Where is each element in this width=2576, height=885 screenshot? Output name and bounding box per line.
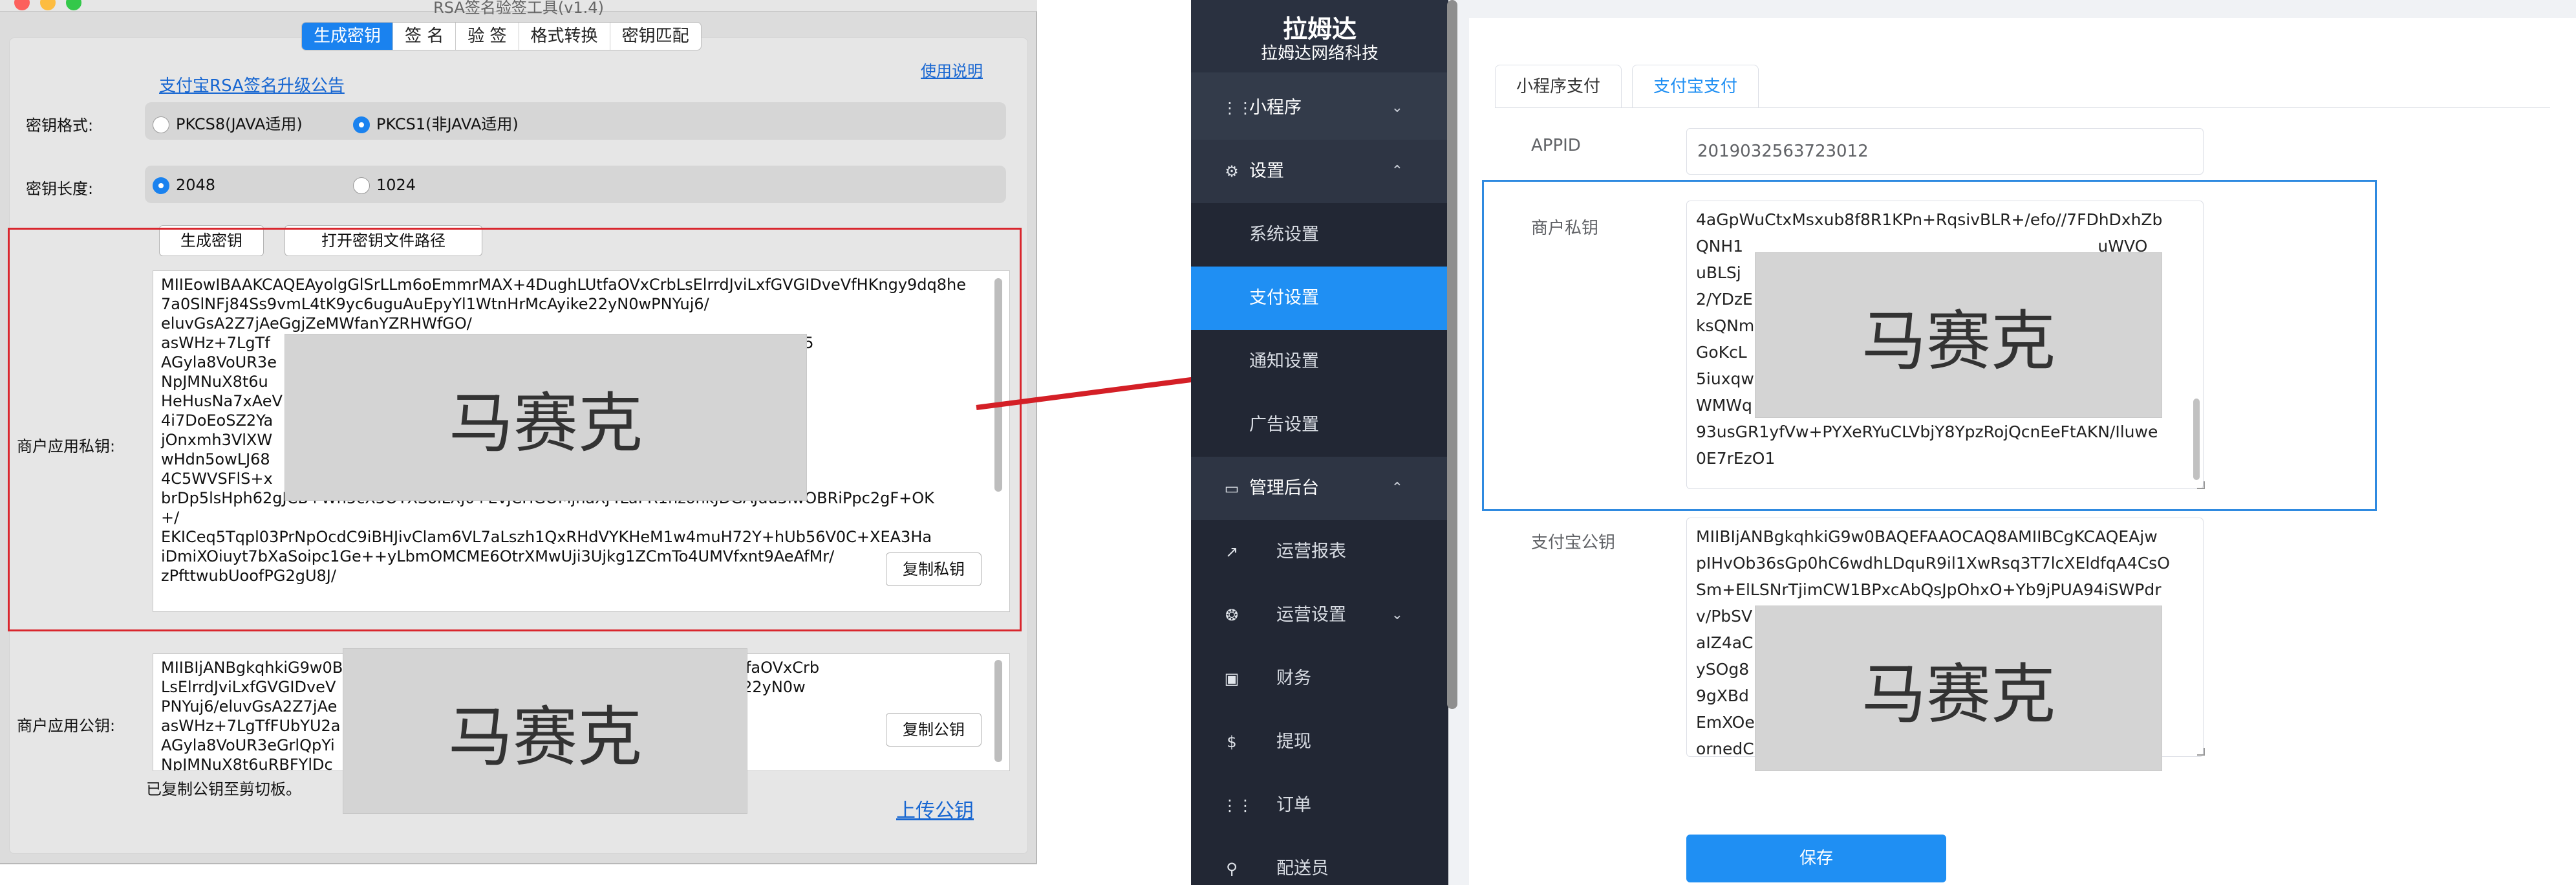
chart-icon: ↗ [1225,543,1239,561]
chevron-down-icon: ⌄ [1391,607,1403,623]
chevron-up-icon: ⌃ [1391,480,1403,496]
menu-item-ops-settings[interactable]: ❂ 运营设置 ⌄ [1191,584,1448,647]
tab-miniprogram-pay[interactable]: 小程序支付 [1495,65,1622,107]
brand-subtitle: 拉姆达网络科技 [1260,44,1379,63]
sidebar: 拉姆达 拉姆达网络科技 ⋮⋮ 小程序 ⌄ ⚙ 设置 ⌃ 系统设置 支付设置 通知… [1191,0,1448,885]
title-bar: RSA签名验签工具(v1.4) [0,0,1037,17]
private-key-scrollbar[interactable] [2193,399,2200,480]
key-format-group: PKCS8(JAVA适用) PKCS1(非JAVA适用) [145,102,1006,140]
radio-checked-icon [353,116,370,133]
radio-icon [153,116,169,133]
mosaic-overlay: 马赛克 [343,648,747,814]
menu-item-finance[interactable]: ▣ 财务 [1191,647,1448,710]
chevron-up-icon: ⌃ [1391,163,1403,179]
menu-item-payment-settings[interactable]: 支付设置 [1191,267,1448,330]
brand-title: 拉姆达 [1282,15,1357,43]
radio-1024[interactable]: 1024 [353,176,416,194]
radio-2048[interactable]: 2048 [153,176,215,194]
tab-alipay[interactable]: 支付宝支付 [1632,65,1759,108]
settings-icon: ❂ [1225,606,1239,624]
menu-item-system-settings[interactable]: 系统设置 [1191,203,1448,267]
bike-icon: ⚲ [1226,860,1238,878]
radio-pkcs1[interactable]: PKCS1(非JAVA适用) [353,111,519,134]
sidebar-scrollbar[interactable] [1447,0,1457,709]
grid-icon: ⋮⋮ [1222,99,1253,117]
appid-input[interactable]: 2019032563723012 [1686,128,2204,175]
menu-item-couriers[interactable]: ⚲ 配送员 [1191,837,1448,885]
appid-label: APPID [1531,136,1581,155]
merchant-private-key-label: 商户私钥 [1531,219,1599,238]
alipay-public-key-label: 支付宝公钥 [1531,533,1616,552]
public-key-scrollbar[interactable] [994,660,1002,762]
resize-handle-icon[interactable] [2197,748,2205,756]
upload-public-key-link[interactable]: 上传公钥 [896,794,974,823]
copy-public-key-button[interactable]: 复制公钥 [886,713,982,747]
main-content: 小程序支付 支付宝支付 APPID 2019032563723012 商户私钥 … [1469,18,2576,885]
tab-sign[interactable]: 签 名 [393,23,456,50]
menu-item-notification-settings[interactable]: 通知设置 [1191,330,1448,393]
dollar-icon: $ [1227,733,1237,751]
key-length-group: 2048 1024 [145,166,1006,203]
key-length-label: 密钥长度: [26,180,94,198]
chevron-down-icon: ⌄ [1391,100,1403,116]
mosaic-overlay: 马赛克 [1755,252,2162,418]
status-text: 已复制公钥至剪切板。 [146,780,301,798]
admin-web-page: 拉姆达 拉姆达网络科技 ⋮⋮ 小程序 ⌄ ⚙ 设置 ⌃ 系统设置 支付设置 通知… [1191,0,2576,885]
radio-checked-icon [153,177,169,194]
key-format-label: 密钥格式: [26,116,94,135]
tab-divider [1495,107,2550,108]
menu-item-settings[interactable]: ⚙ 设置 ⌃ [1191,140,1448,203]
tab-generate[interactable]: 生成密钥 [302,23,394,50]
menu-item-reports[interactable]: ↗ 运营报表 [1191,520,1448,584]
menu-item-miniprogram[interactable]: ⋮⋮ 小程序 ⌄ [1191,76,1448,140]
highlight-box-private-key [8,228,1022,631]
help-link[interactable]: 使用说明 [921,58,983,81]
tab-verify[interactable]: 验 签 [456,23,519,50]
rsa-tool-window: RSA签名验签工具(v1.4) 生成密钥 签 名 验 签 格式转换 密钥匹配 支… [0,0,1037,864]
public-key-label: 商户应用公钥: [17,717,116,735]
monitor-icon: ▭ [1224,479,1240,497]
save-button[interactable]: 保存 [1686,835,1946,882]
grid-icon: ⋮⋮ [1222,796,1253,814]
radio-pkcs8[interactable]: PKCS8(JAVA适用) [153,111,303,134]
tab-match[interactable]: 密钥匹配 [610,23,701,50]
resize-handle-icon[interactable] [2197,481,2205,489]
window-title: RSA签名验签工具(v1.4) [433,0,604,17]
menu-item-orders[interactable]: ⋮⋮ 订单 [1191,774,1448,837]
brand: 拉姆达 拉姆达网络科技 [1191,0,1448,72]
money-icon: ▣ [1224,670,1240,688]
tab-convert[interactable]: 格式转换 [519,23,610,50]
menu-item-admin[interactable]: ▭ 管理后台 ⌃ [1191,457,1448,520]
menu-item-ad-settings[interactable]: 广告设置 [1191,393,1448,457]
menu-item-withdraw[interactable]: $ 提现 [1191,710,1448,774]
gear-icon: ⚙ [1225,162,1239,180]
tool-tabs: 生成密钥 签 名 验 签 格式转换 密钥匹配 [301,22,702,50]
upgrade-notice-link[interactable]: 支付宝RSA签名升级公告 [159,72,345,96]
radio-icon [353,177,370,194]
save-button-wrap: 保存 [1686,835,1946,882]
mosaic-overlay: 马赛克 [1755,606,2162,771]
